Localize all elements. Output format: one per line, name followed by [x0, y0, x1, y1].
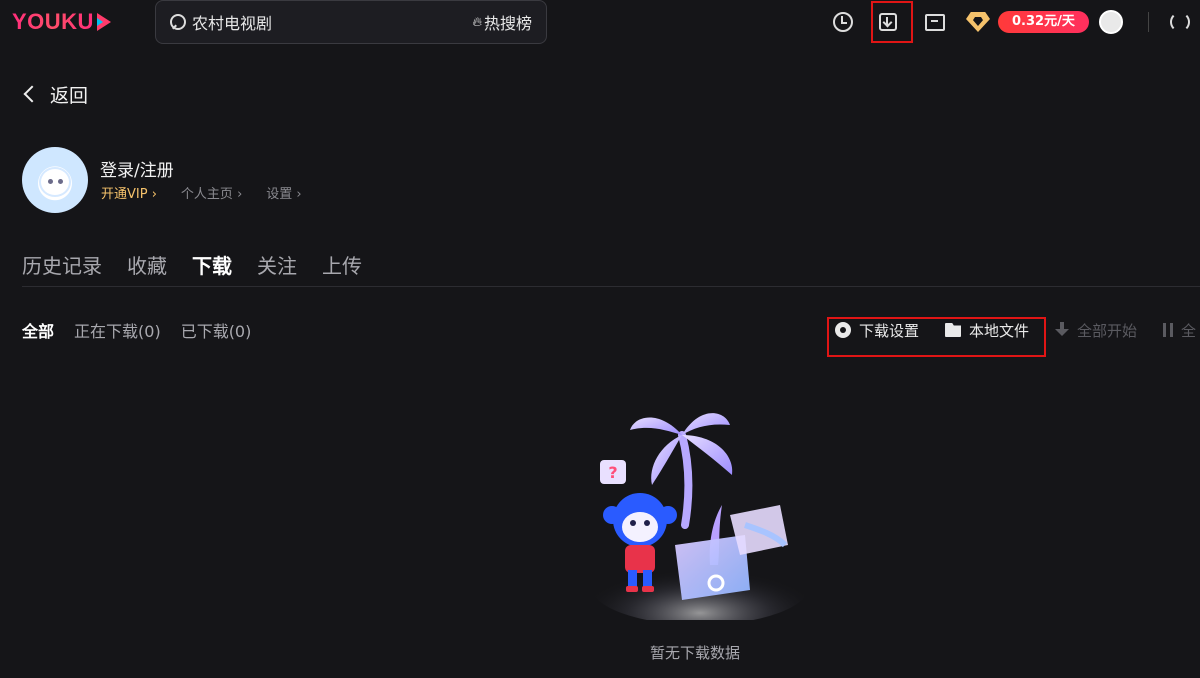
profile-links: 开通VIP › 个人主页 › 设置 › — [101, 183, 326, 202]
open-vip-link[interactable]: 开通VIP › — [101, 183, 157, 202]
personal-home-link[interactable]: 个人主页 › — [181, 183, 242, 202]
back-button[interactable]: 返回 — [22, 80, 88, 108]
download-subtabs: 全部 正在下载(0) 已下载(0) — [22, 319, 271, 341]
palm-leaf — [682, 413, 730, 435]
chevron-left-icon — [23, 85, 41, 103]
flame-icon: 🔥︎ — [472, 14, 482, 30]
palm-leaf — [651, 435, 682, 485]
subtab-downloaded[interactable]: 已下载(0) — [181, 318, 252, 342]
search-icon — [170, 14, 186, 30]
youku-logo[interactable]: YOUKU — [12, 9, 111, 35]
tab-history[interactable]: 历史记录 — [22, 250, 102, 278]
logo-play-icon — [96, 13, 111, 31]
pause-all-label: 全 — [1181, 321, 1197, 340]
pause-icon — [1163, 323, 1174, 337]
hot-search-link[interactable]: 🔥︎ 热搜榜 — [472, 10, 532, 34]
subtab-all[interactable]: 全部 — [22, 318, 54, 342]
start-all-label: 全部开始 — [1077, 321, 1138, 340]
back-label: 返回 — [50, 84, 89, 107]
refresh-icon[interactable] — [1170, 12, 1190, 32]
hot-search-label: 热搜榜 — [483, 14, 532, 33]
personal-home-label: 个人主页 — [180, 187, 233, 202]
mascot-eye — [48, 179, 53, 184]
profile-avatar[interactable] — [22, 147, 88, 213]
tab-following[interactable]: 关注 — [257, 250, 297, 278]
palm-trunk — [678, 431, 693, 529]
empty-state-illustration: ? — [590, 413, 810, 620]
settings-link[interactable]: 设置 › — [266, 183, 301, 202]
main-tabs: 历史记录 收藏 下载 关注 上传 — [22, 250, 387, 278]
folder-icon[interactable] — [923, 10, 947, 34]
download-arrow-icon — [1055, 322, 1070, 338]
tabs-divider — [22, 286, 1200, 287]
actions-highlight-box — [827, 317, 1046, 357]
search-input[interactable]: 农村电视剧 — [192, 10, 472, 34]
tab-upload[interactable]: 上传 — [322, 250, 362, 278]
vip-price-badge[interactable]: 0.32元/天 — [998, 11, 1089, 33]
question-mark: ? — [608, 463, 617, 482]
divider — [1148, 12, 1149, 32]
pause-all-button[interactable]: 全 — [1163, 320, 1196, 341]
open-vip-label: 开通VIP — [101, 187, 148, 202]
logo-text: YOUKU — [12, 9, 94, 34]
tab-download[interactable]: 下载 — [192, 250, 232, 278]
vip-gem-icon[interactable] — [966, 12, 990, 32]
empty-state-message: 暂无下载数据 — [649, 644, 740, 662]
subtab-downloading[interactable]: 正在下载(0) — [74, 318, 161, 342]
avatar[interactable] — [1099, 10, 1123, 34]
history-clock-icon[interactable] — [831, 10, 855, 34]
login-register-link[interactable]: 登录/注册 — [100, 156, 174, 181]
mascot-face — [39, 167, 71, 197]
start-all-button[interactable]: 全部开始 — [1055, 320, 1137, 341]
tab-favorites[interactable]: 收藏 — [127, 250, 167, 278]
settings-label: 设置 — [266, 187, 293, 202]
mascot-eye — [58, 179, 63, 184]
download-highlight-box — [871, 1, 913, 43]
top-bar: YOUKU 农村电视剧 🔥︎ 热搜榜 0.32元/天 — [0, 0, 1200, 46]
search-box[interactable]: 农村电视剧 🔥︎ 热搜榜 — [155, 0, 547, 44]
palm-leaf — [630, 417, 682, 435]
